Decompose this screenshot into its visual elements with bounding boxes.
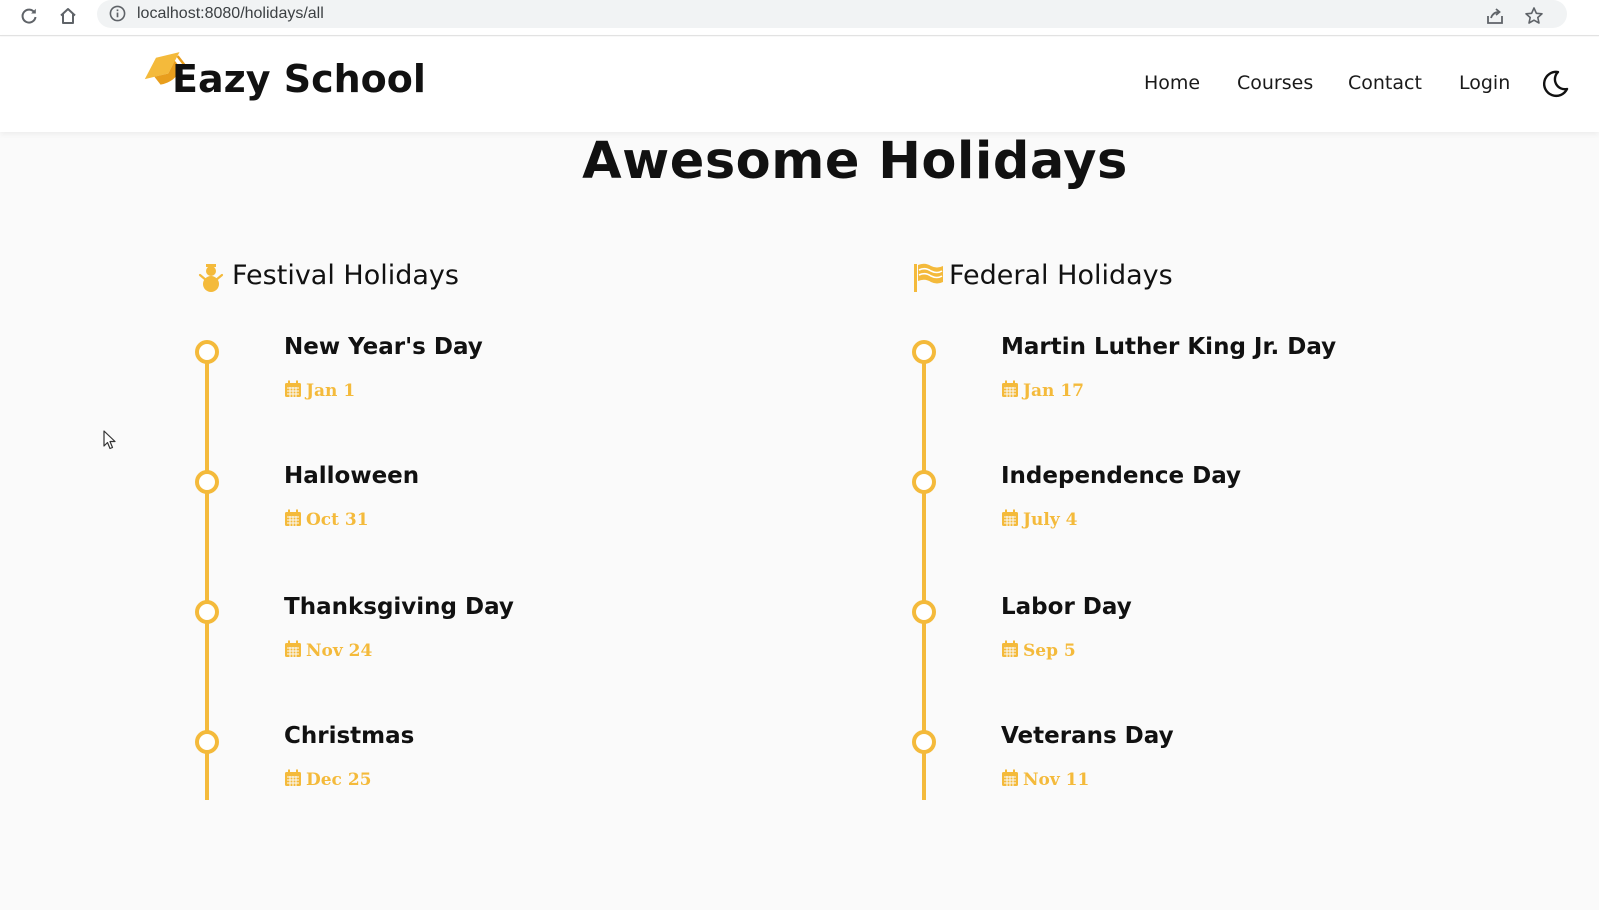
festival-timeline: New Year's Day Jan 1 Halloween Oct 31 Th…: [195, 334, 835, 800]
calendar-icon: [1002, 509, 1018, 526]
timeline-dot: [912, 600, 936, 624]
timeline-dot: [912, 340, 936, 364]
brand-name[interactable]: Eazy School: [172, 57, 426, 101]
holiday-name: Halloween: [284, 463, 420, 489]
timeline-dot: [195, 340, 219, 364]
holiday-item: Veterans Day Nov 11: [1001, 721, 1174, 791]
info-icon[interactable]: [109, 5, 126, 22]
mouse-cursor-icon: [103, 430, 116, 450]
holiday-name: Independence Day: [1001, 463, 1242, 489]
nav-contact[interactable]: Contact: [1348, 72, 1422, 94]
holiday-date: Nov 24: [284, 640, 514, 662]
federal-title: Federal Holidays: [949, 260, 1173, 291]
federal-timeline: Martin Luther King Jr. Day Jan 17 Indepe…: [912, 334, 1552, 800]
holiday-date-text: July 4: [1023, 510, 1078, 530]
holiday-date: Dec 25: [284, 769, 414, 791]
calendar-icon: [285, 509, 301, 526]
holiday-name: Martin Luther King Jr. Day: [1001, 334, 1337, 360]
home-icon[interactable]: [55, 3, 81, 29]
holiday-date: Jan 1: [284, 380, 483, 402]
site-header: Eazy School Home Courses Contact Login: [0, 37, 1599, 132]
calendar-icon: [1002, 640, 1018, 657]
holiday-date-text: Oct 31: [306, 510, 369, 530]
holiday-name: Labor Day: [1001, 594, 1132, 620]
calendar-icon: [285, 640, 301, 657]
holiday-date-text: Jan 17: [1023, 381, 1084, 401]
festival-title: Festival Holidays: [232, 260, 459, 291]
timeline-dot: [912, 470, 936, 494]
holiday-item: Thanksgiving Day Nov 24: [284, 592, 514, 662]
calendar-icon: [1002, 769, 1018, 786]
holiday-item: Martin Luther King Jr. Day Jan 17: [1001, 332, 1336, 402]
holiday-date: Nov 11: [1001, 769, 1174, 791]
holiday-date-text: Jan 1: [306, 381, 356, 401]
holiday-date-text: Dec 25: [306, 770, 372, 790]
nav-courses[interactable]: Courses: [1237, 72, 1313, 94]
calendar-icon: [285, 769, 301, 786]
holiday-item: Halloween Oct 31: [284, 461, 419, 531]
holiday-date: Oct 31: [284, 509, 419, 531]
nav-home[interactable]: Home: [1144, 72, 1200, 94]
holiday-item: Independence Day July 4: [1001, 461, 1241, 531]
holiday-name: Christmas: [284, 723, 415, 749]
calendar-icon: [1002, 380, 1018, 397]
holiday-date: July 4: [1001, 509, 1241, 531]
flag-icon: [914, 263, 943, 292]
holiday-name: Veterans Day: [1001, 723, 1174, 749]
calendar-icon: [285, 380, 301, 397]
star-icon[interactable]: [1521, 3, 1547, 29]
snowman-icon: [198, 264, 224, 292]
reload-icon[interactable]: [16, 3, 42, 29]
url-text[interactable]: localhost:8080/holidays/all: [137, 3, 324, 25]
browser-toolbar: localhost:8080/holidays/all: [0, 0, 1599, 36]
holiday-date-text: Nov 11: [1023, 770, 1090, 790]
moon-icon[interactable]: [1540, 69, 1570, 99]
timeline-dot: [195, 730, 219, 754]
share-icon[interactable]: [1482, 3, 1508, 29]
holiday-date-text: Sep 5: [1023, 641, 1076, 661]
timeline-dot: [195, 600, 219, 624]
nav-login[interactable]: Login: [1459, 72, 1510, 94]
holiday-item: New Year's Day Jan 1: [284, 332, 483, 402]
timeline-dot: [912, 730, 936, 754]
timeline-dot: [195, 470, 219, 494]
page-title: Awesome Holidays: [582, 132, 1128, 191]
holiday-date-text: Nov 24: [306, 641, 373, 661]
holiday-item: Labor Day Sep 5: [1001, 592, 1132, 662]
address-bar[interactable]: localhost:8080/holidays/all: [97, 0, 1567, 28]
holiday-item: Christmas Dec 25: [284, 721, 414, 791]
holiday-date: Jan 17: [1001, 380, 1336, 402]
holiday-name: Thanksgiving Day: [284, 594, 514, 620]
holiday-name: New Year's Day: [284, 334, 483, 360]
holiday-date: Sep 5: [1001, 640, 1132, 662]
